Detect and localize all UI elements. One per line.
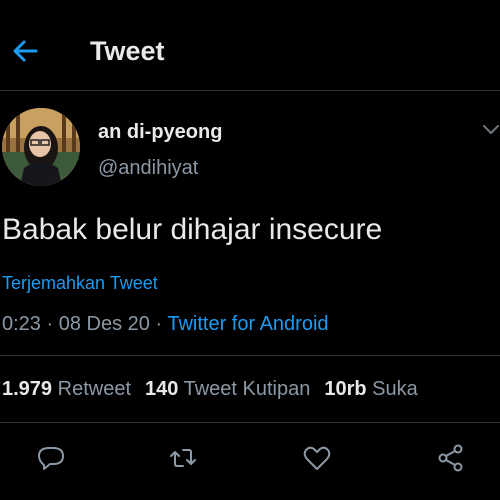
like-button[interactable] — [302, 443, 332, 473]
heart-icon — [303, 446, 331, 470]
top-bar: Tweet — [0, 0, 500, 90]
quotes-label: Tweet Kutipan — [183, 378, 311, 400]
tweet-source-link[interactable]: Twitter for Android — [167, 313, 328, 335]
reply-icon — [38, 447, 64, 470]
tweet-stats: 1.979 Retweet 140 Tweet Kutipan 10rb Suka — [2, 378, 418, 401]
avatar[interactable] — [2, 108, 80, 186]
tweet-meta: 0:23 · 08 Des 20 · Twitter for Android — [2, 313, 329, 336]
quotes-stat[interactable]: 140 Tweet Kutipan — [145, 378, 310, 400]
reply-button[interactable] — [36, 443, 66, 473]
retweets-stat[interactable]: 1.979 Retweet — [2, 378, 131, 400]
chevron-down-icon — [483, 125, 499, 134]
more-options-button[interactable] — [482, 123, 500, 137]
retweet-icon — [170, 449, 196, 467]
page-title: Tweet — [90, 36, 165, 66]
retweets-label: Retweet — [57, 378, 131, 400]
tweet-text: Babak belur dihajar insecure — [2, 213, 383, 246]
arrow-left-icon — [13, 40, 38, 62]
divider — [0, 355, 500, 356]
user-handle[interactable]: @andihiyat — [98, 157, 198, 180]
divider — [0, 90, 500, 91]
tweet-time: 0:23 — [2, 313, 41, 335]
translate-link[interactable]: Terjemahkan Tweet — [2, 273, 158, 294]
quotes-count: 140 — [145, 378, 179, 400]
meta-separator: · — [155, 313, 163, 335]
retweet-button[interactable] — [168, 443, 198, 473]
retweets-count: 1.979 — [2, 378, 53, 400]
share-icon — [438, 444, 463, 472]
divider — [0, 422, 500, 423]
likes-count: 10rb — [324, 378, 367, 400]
meta-separator: · — [46, 313, 54, 335]
share-button[interactable] — [436, 443, 466, 473]
likes-stat[interactable]: 10rb Suka — [324, 378, 417, 400]
likes-label: Suka — [372, 378, 418, 400]
back-button[interactable] — [10, 36, 40, 66]
display-name[interactable]: an di-pyeong — [98, 121, 222, 144]
tweet-date: 08 Des 20 — [58, 313, 150, 335]
